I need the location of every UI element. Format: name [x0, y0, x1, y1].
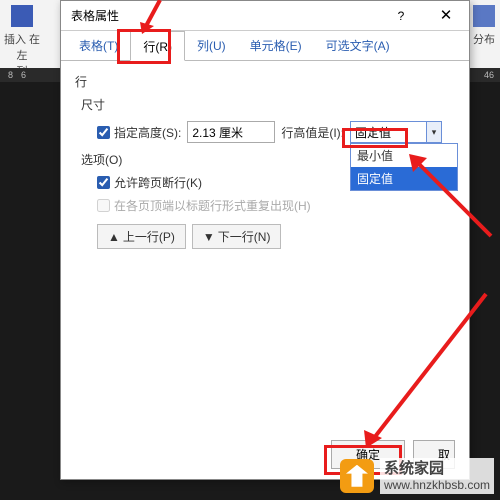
specify-height-checkbox[interactable]: 指定高度(S):	[97, 124, 181, 141]
allow-break-checkbox[interactable]: 允许跨页断行(K)	[97, 174, 202, 191]
watermark-title: 系统家园	[384, 460, 490, 478]
ribbon-label: 插入 在左	[2, 31, 42, 63]
dialog-tabs: 表格(T) 行(R) 列(U) 单元格(E) 可选文字(A)	[61, 31, 469, 61]
allow-break-label: 允许跨页断行(K)	[114, 174, 202, 191]
dialog-titlebar: 表格属性 ? ✕	[61, 1, 469, 31]
dialog-title: 表格属性	[71, 7, 119, 24]
tab-alt[interactable]: 可选文字(A)	[314, 31, 402, 60]
row-label: 行	[75, 73, 455, 90]
height-input[interactable]	[187, 121, 275, 143]
tab-table[interactable]: 表格(T)	[67, 31, 130, 60]
repeat-header-label: 在各页顶端以标题行形式重复出现(H)	[114, 197, 311, 214]
down-icon: ▼	[203, 230, 215, 244]
combo-dropdown-button[interactable]: ▾	[426, 121, 442, 143]
watermark-url: www.hnzkhbsb.com	[384, 478, 490, 492]
tab-col[interactable]: 列(U)	[185, 31, 238, 60]
next-row-button[interactable]: ▼下一行(N)	[192, 224, 282, 249]
repeat-header-checkbox: 在各页顶端以标题行形式重复出现(H)	[97, 197, 311, 214]
close-button[interactable]: ✕	[423, 1, 469, 31]
annotation-arrow	[360, 290, 490, 450]
height-is-label: 行高值是(I):	[281, 124, 344, 141]
help-button[interactable]: ?	[381, 1, 421, 31]
tab-cell[interactable]: 单元格(E)	[238, 31, 314, 60]
annotation-arrow	[405, 150, 495, 240]
annotation-arrow	[140, 0, 164, 34]
prev-row-button[interactable]: ▲上一行(P)	[97, 224, 186, 249]
specify-height-label: 指定高度(S):	[114, 124, 181, 141]
tab-row[interactable]: 行(R)	[130, 31, 185, 61]
watermark-logo-icon	[340, 459, 374, 493]
size-label: 尺寸	[81, 96, 455, 113]
watermark: 系统家园 www.hnzkhbsb.com	[340, 458, 494, 494]
up-icon: ▲	[108, 230, 120, 244]
